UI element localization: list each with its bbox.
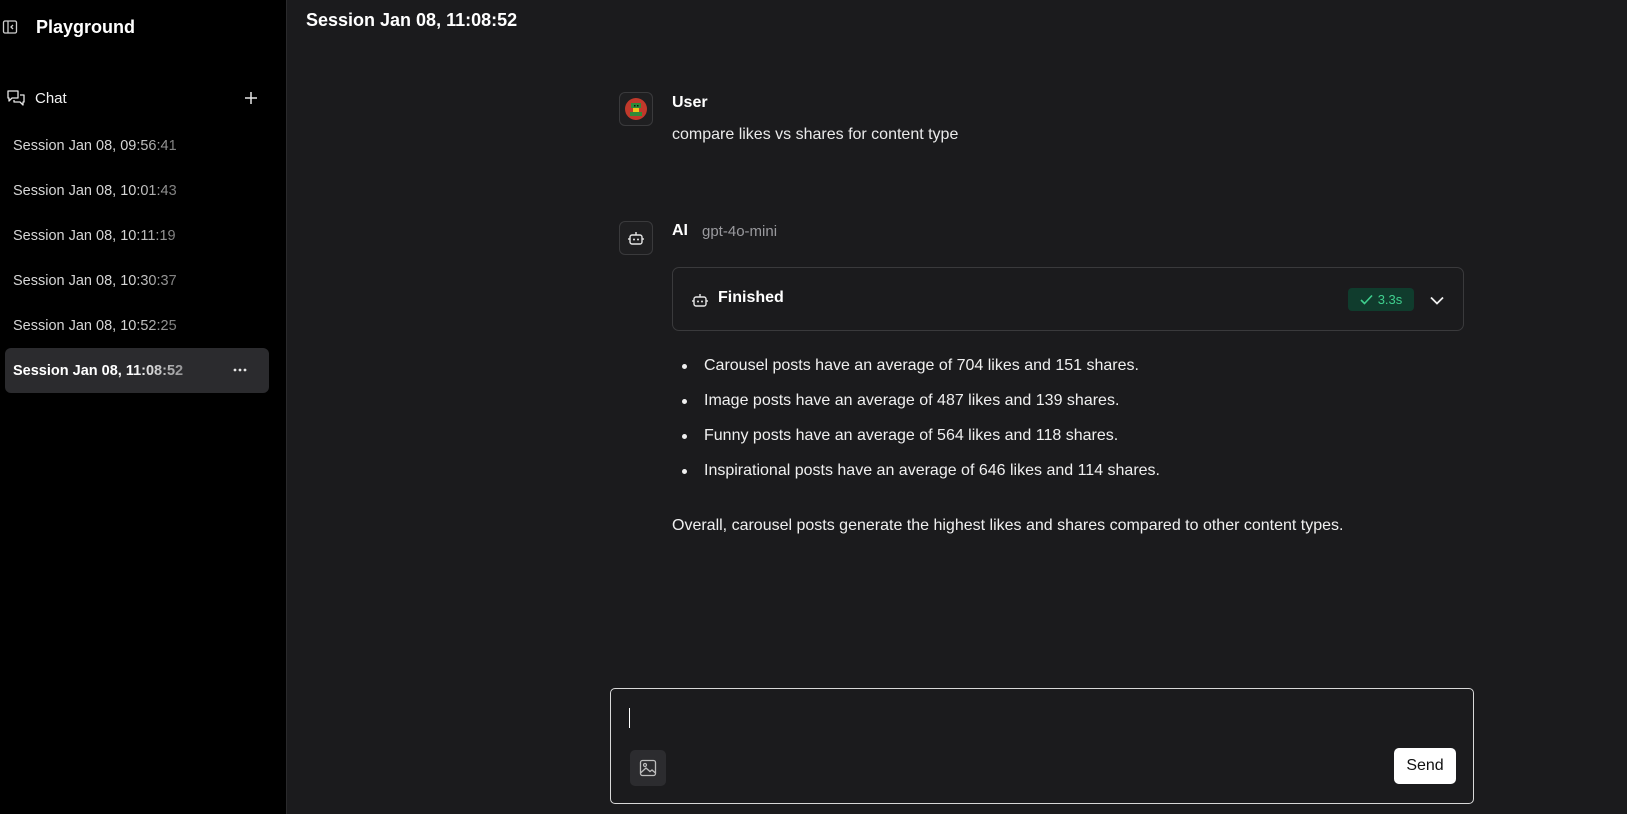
sidebar-header: Playground [0, 10, 135, 44]
response-bullet-list: Carousel posts have an average of 704 li… [672, 355, 1160, 495]
sidebar: Playground Chat Session Jan 08, 09:56:41… [0, 0, 287, 814]
chat-section-label: Chat [35, 89, 67, 107]
text-caret [629, 708, 630, 728]
session-item[interactable]: Session Jan 08, 09:56:41 [5, 123, 269, 168]
ai-avatar [619, 221, 653, 255]
user-author: User [672, 94, 708, 111]
bot-icon [692, 294, 708, 307]
app-title: Playground [36, 16, 136, 37]
session-list: Session Jan 08, 09:56:41 Session Jan 08,… [5, 123, 269, 393]
image-upload-button[interactable] [630, 750, 666, 786]
image-upload-icon [639, 759, 657, 777]
new-chat-button[interactable] [240, 86, 262, 110]
response-summary: Overall, carousel posts generate the hig… [672, 517, 1344, 534]
duration-text: 3.3s [1377, 292, 1403, 307]
session-label: Session Jan 08, 11:08:52 [13, 362, 184, 379]
session-label: Session Jan 08, 10:52:25 [13, 317, 177, 334]
chevron-down-icon [1430, 296, 1444, 305]
chat-icon [6, 88, 26, 108]
expand-button[interactable] [1425, 288, 1449, 312]
user-avatar-icon [625, 98, 647, 120]
session-label: Session Jan 08, 10:11:19 [13, 227, 176, 244]
check-icon [1360, 294, 1373, 305]
list-item: Image posts have an average of 487 likes… [672, 390, 1160, 425]
more-horizontal-icon [233, 368, 247, 372]
user-message-text: compare likes vs shares for content type [672, 126, 959, 143]
session-label: Session Jan 08, 10:01:43 [13, 182, 177, 199]
session-item-active[interactable]: Session Jan 08, 11:08:52 [5, 348, 269, 393]
list-item: Inspirational posts have an average of 6… [672, 460, 1160, 495]
plus-icon [245, 92, 257, 104]
session-item[interactable]: Session Jan 08, 10:52:25 [5, 303, 269, 348]
chat-section-header: Chat [0, 86, 270, 110]
send-button[interactable]: Send [1394, 748, 1456, 784]
list-item: Funny posts have an average of 564 likes… [672, 425, 1160, 460]
session-item[interactable]: Session Jan 08, 10:30:37 [5, 258, 269, 303]
list-item: Carousel posts have an average of 704 li… [672, 355, 1160, 390]
ai-author: AI [672, 222, 688, 239]
session-item[interactable]: Session Jan 08, 10:01:43 [5, 168, 269, 213]
page-title: Session Jan 08, 11:08:52 [306, 10, 518, 30]
user-avatar [619, 92, 653, 126]
duration-badge: 3.3s [1348, 288, 1414, 311]
message-composer: Send [610, 688, 1474, 804]
tool-status-panel[interactable]: Finished 3.3s [672, 267, 1464, 331]
model-name: gpt-4o-mini [702, 223, 778, 240]
status-label: Finished [718, 289, 784, 306]
message-input[interactable] [628, 705, 1452, 737]
session-item[interactable]: Session Jan 08, 10:11:19 [5, 213, 269, 258]
bot-icon [628, 232, 644, 245]
sidebar-toggle-icon[interactable] [0, 17, 20, 37]
session-more-button[interactable] [229, 359, 251, 381]
session-label: Session Jan 08, 09:56:41 [13, 137, 177, 154]
session-label: Session Jan 08, 10:30:37 [13, 272, 177, 289]
